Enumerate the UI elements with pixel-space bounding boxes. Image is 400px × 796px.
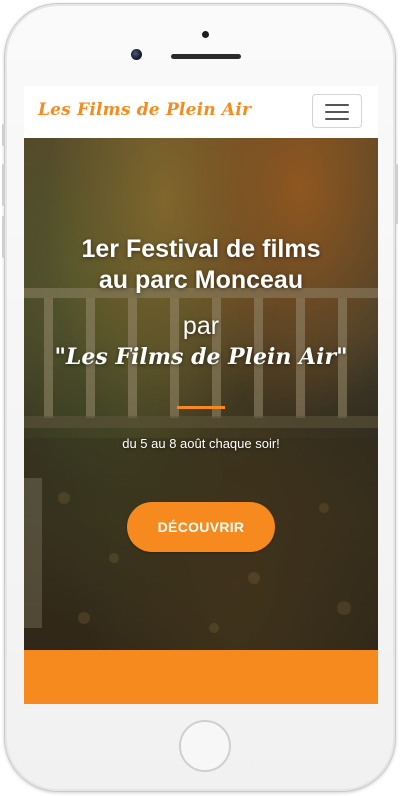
discover-button[interactable]: DÉCOUVRIR <box>127 502 275 552</box>
earpiece-speaker <box>171 54 241 59</box>
hero-brand-quote: "Les Films de Plein Air" <box>54 344 348 370</box>
phone-power-button <box>395 164 398 224</box>
navbar-brand[interactable]: Les Films de Plein Air <box>38 100 251 120</box>
hero-title-line1: 1er Festival de films <box>81 235 321 263</box>
proximity-sensor <box>202 31 209 38</box>
phone-side-button <box>2 124 5 146</box>
phone-volume-down <box>2 216 5 258</box>
hero-overlay <box>24 138 378 650</box>
navbar: Les Films de Plein Air <box>24 86 378 139</box>
hero-title: 1er Festival de films au parc Monceau <box>24 234 378 296</box>
hero-title-line2: au parc Monceau <box>98 266 304 294</box>
hero-dates: du 5 au 8 août chaque soir! <box>122 436 280 451</box>
home-button[interactable] <box>179 720 231 772</box>
hero-divider <box>177 406 225 409</box>
hero-par-text: par <box>182 312 220 340</box>
phone-screen: Les Films de Plein Air 1er Festival de f… <box>24 86 378 704</box>
phone-volume-up <box>2 164 5 206</box>
orange-section-band <box>24 650 378 704</box>
hero-section: 1er Festival de films au parc Monceau pa… <box>24 138 378 650</box>
front-camera <box>131 49 142 60</box>
hamburger-menu-button[interactable] <box>312 94 362 128</box>
